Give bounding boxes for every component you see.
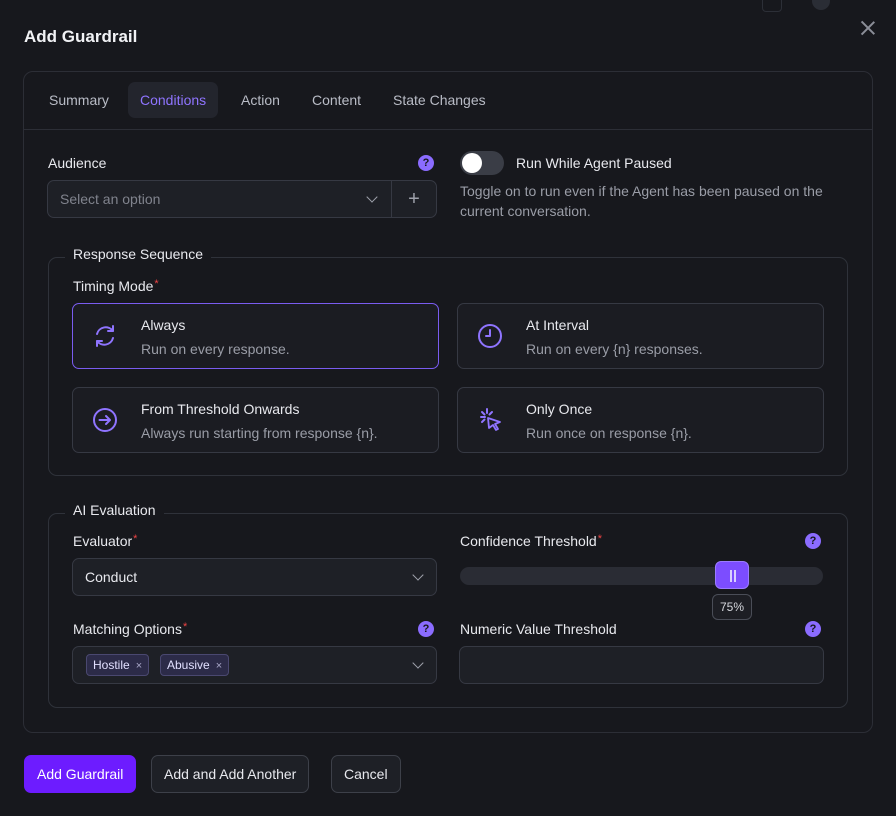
add-guardrail-dialog: Add Guardrail Summary Conditions Action … [0,0,896,816]
evaluator-value: Conduct [85,569,138,585]
option-description: Run on every response. [141,341,290,357]
arrow-circle-right-icon [93,408,117,432]
timing-option-at-interval[interactable]: At Interval Run on every {n} responses. [457,303,824,369]
add-guardrail-button[interactable]: Add Guardrail [24,755,137,793]
run-while-paused-label: Run While Agent Paused [516,155,672,171]
matching-options-multiselect[interactable]: Hostile × Abusive × [72,646,437,684]
cancel-button[interactable]: Cancel [331,755,401,793]
audience-placeholder: Select an option [60,191,161,207]
run-while-paused-description-line2: current conversation. [460,203,591,219]
option-title: Only Once [526,401,593,417]
confidence-slider-thumb[interactable] [715,561,749,589]
evaluator-label: Evaluator* [73,533,138,549]
matching-options-label: Matching Options* [73,621,188,637]
refresh-icon [96,325,114,347]
remove-tag-icon[interactable]: × [216,660,222,672]
toggle-knob [462,153,482,173]
timing-option-from-threshold[interactable]: From Threshold Onwards Always run starti… [72,387,439,453]
tag-abusive: Abusive × [160,654,230,676]
run-while-paused-description-line1: Toggle on to run even if the Agent has b… [460,183,823,199]
chevron-down-icon [412,657,424,669]
audience-help-icon[interactable]: ? [418,155,434,171]
audience-label: Audience [48,155,107,171]
confidence-help-icon[interactable]: ? [805,533,821,549]
option-title: From Threshold Onwards [141,401,300,417]
audience-select[interactable]: Select an option + [47,180,437,218]
remove-tag-icon[interactable]: × [136,660,142,672]
add-audience-icon[interactable]: + [404,187,424,211]
tab-bar: Summary Conditions Action Content State … [24,72,872,130]
numeric-threshold-help-icon[interactable]: ? [805,621,821,637]
add-and-add-another-button[interactable]: Add and Add Another [151,755,310,793]
dialog-title: Add Guardrail [24,27,138,46]
chevron-down-icon [412,569,424,581]
option-description: Always run starting from response {n}. [141,425,378,441]
tab-content[interactable]: Content [300,82,373,118]
run-while-paused-toggle[interactable] [460,151,504,175]
tab-state-changes[interactable]: State Changes [381,82,498,118]
matching-options-help-icon[interactable]: ? [418,621,434,637]
numeric-value-threshold-label: Numeric Value Threshold [460,621,617,637]
confidence-slider-track[interactable] [460,567,823,585]
tab-summary[interactable]: Summary [37,82,121,118]
option-title: At Interval [526,317,590,333]
divider [391,181,392,217]
confidence-threshold-label: Confidence Threshold* [460,533,602,549]
ai-evaluation-legend: AI Evaluation [65,502,164,518]
close-icon[interactable] [858,18,878,38]
background-bell-icon [762,0,782,12]
timing-option-only-once[interactable]: Only Once Run once on response {n}. [457,387,824,453]
option-description: Run on every {n} responses. [526,341,703,357]
tab-action[interactable]: Action [229,82,292,118]
clock-icon [478,324,502,348]
option-description: Run once on response {n}. [526,425,692,441]
timing-mode-label: Timing Mode* [73,278,159,294]
numeric-value-threshold-input[interactable] [459,646,824,684]
option-title: Always [141,317,186,333]
background-user-icon [812,0,830,10]
timing-option-always[interactable]: Always Run on every response. [72,303,439,369]
confidence-value-tooltip: 75% [712,594,752,620]
click-pointer-icon [480,408,501,431]
tag-hostile: Hostile × [86,654,150,676]
evaluator-select[interactable]: Conduct [72,558,437,596]
tab-conditions[interactable]: Conditions [128,82,219,118]
response-sequence-legend: Response Sequence [65,246,211,262]
chevron-down-icon [366,191,378,203]
